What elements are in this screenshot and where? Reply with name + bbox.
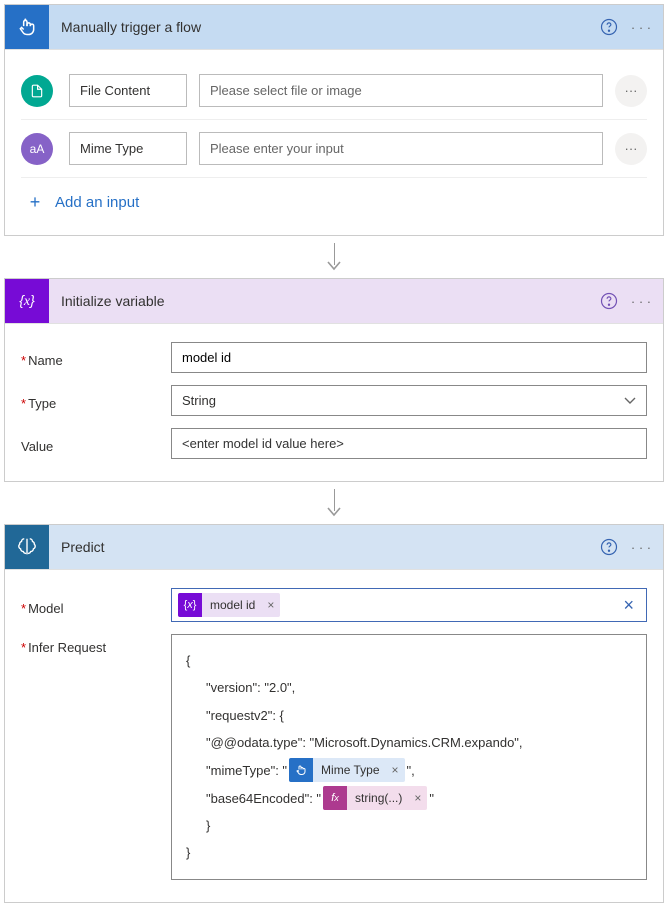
add-input-label: Add an input — [55, 194, 139, 211]
code-line: "@@odata.type": "Microsoft.Dynamics.CRM.… — [186, 729, 632, 756]
variable-body: Name Type String Value — [5, 323, 663, 481]
connector-arrow — [4, 482, 664, 524]
chevron-down-icon — [624, 397, 636, 405]
token-label: string(...) — [347, 786, 408, 811]
mime-type-token[interactable]: Mime Type × — [289, 758, 404, 782]
help-icon[interactable] — [593, 531, 625, 563]
mime-label[interactable]: Mime Type — [69, 132, 187, 165]
trigger-card: Manually trigger a flow · · · File Conte… — [4, 4, 664, 236]
model-row: Model {x} model id × × — [21, 582, 647, 628]
value-row: Value — [21, 422, 647, 465]
touch-icon — [5, 5, 49, 49]
variable-icon: {x} — [5, 279, 49, 323]
predict-header[interactable]: Predict · · · — [5, 525, 663, 569]
variable-card: {x} Initialize variable · · · Name Type … — [4, 278, 664, 482]
touch-icon — [289, 758, 313, 782]
type-row: Type String — [21, 379, 647, 422]
string-expression-token[interactable]: fx string(...) × — [323, 786, 427, 810]
code-text: " — [429, 785, 434, 812]
token-label: Mime Type — [313, 758, 385, 783]
infer-label: Infer Request — [21, 634, 171, 655]
input-row-mime: aA Mime Type Please enter your input ··· — [21, 120, 647, 178]
row-more-icon[interactable]: ··· — [615, 133, 647, 165]
help-icon[interactable] — [593, 11, 625, 43]
trigger-header[interactable]: Manually trigger a flow · · · — [5, 5, 663, 49]
value-input[interactable] — [171, 428, 647, 459]
mime-input[interactable]: Please enter your input — [199, 132, 603, 165]
input-row-file: File Content Please select file or image… — [21, 62, 647, 120]
code-line-b64: "base64Encoded": " fx string(...) × " — [186, 784, 632, 812]
type-value: String — [182, 393, 216, 408]
type-label: Type — [21, 390, 171, 411]
model-input[interactable]: {x} model id × × — [171, 588, 647, 622]
name-input[interactable] — [171, 342, 647, 373]
variable-header[interactable]: {x} Initialize variable · · · — [5, 279, 663, 323]
clear-field-icon[interactable]: × — [617, 595, 640, 616]
name-row: Name — [21, 336, 647, 379]
remove-token-icon[interactable]: × — [386, 758, 405, 783]
remove-token-icon[interactable]: × — [261, 598, 280, 612]
more-icon[interactable]: · · · — [625, 11, 657, 43]
code-text: ", — [407, 757, 415, 784]
model-id-token[interactable]: {x} model id × — [178, 593, 280, 617]
code-text: "mimeType": " — [206, 757, 287, 784]
row-more-icon[interactable]: ··· — [615, 75, 647, 107]
code-line: } — [186, 839, 632, 866]
predict-title: Predict — [49, 539, 593, 555]
model-label: Model — [21, 595, 171, 616]
infer-row: Infer Request { "version": "2.0", "reque… — [21, 628, 647, 886]
code-line-mime: "mimeType": " Mime Type × ", — [186, 756, 632, 784]
type-select[interactable]: String — [171, 385, 647, 416]
code-line: "requestv2": { — [186, 702, 632, 729]
infer-request-input[interactable]: { "version": "2.0", "requestv2": { "@@od… — [171, 634, 647, 880]
trigger-title: Manually trigger a flow — [49, 19, 593, 35]
variable-icon: {x} — [178, 593, 202, 617]
code-line: { — [186, 647, 632, 674]
value-label: Value — [21, 433, 171, 454]
predict-card: Predict · · · Model {x} model id × × Inf… — [4, 524, 664, 903]
fx-icon: fx — [323, 786, 347, 810]
file-label[interactable]: File Content — [69, 74, 187, 107]
code-line: } — [186, 812, 632, 839]
file-icon — [21, 75, 53, 107]
more-icon[interactable]: · · · — [625, 531, 657, 563]
trigger-body: File Content Please select file or image… — [5, 49, 663, 235]
predict-body: Model {x} model id × × Infer Request { "… — [5, 569, 663, 902]
help-icon[interactable] — [593, 285, 625, 317]
brain-icon — [5, 525, 49, 569]
connector-arrow — [4, 236, 664, 278]
token-label: model id — [202, 598, 261, 612]
plus-icon: + — [25, 192, 45, 213]
remove-token-icon[interactable]: × — [408, 786, 427, 811]
name-label: Name — [21, 347, 171, 368]
more-icon[interactable]: · · · — [625, 285, 657, 317]
code-text: "base64Encoded": " — [206, 785, 321, 812]
text-icon: aA — [21, 133, 53, 165]
code-line: "version": "2.0", — [186, 674, 632, 701]
file-input[interactable]: Please select file or image — [199, 74, 603, 107]
add-input-button[interactable]: + Add an input — [21, 178, 647, 219]
variable-title: Initialize variable — [49, 293, 593, 309]
